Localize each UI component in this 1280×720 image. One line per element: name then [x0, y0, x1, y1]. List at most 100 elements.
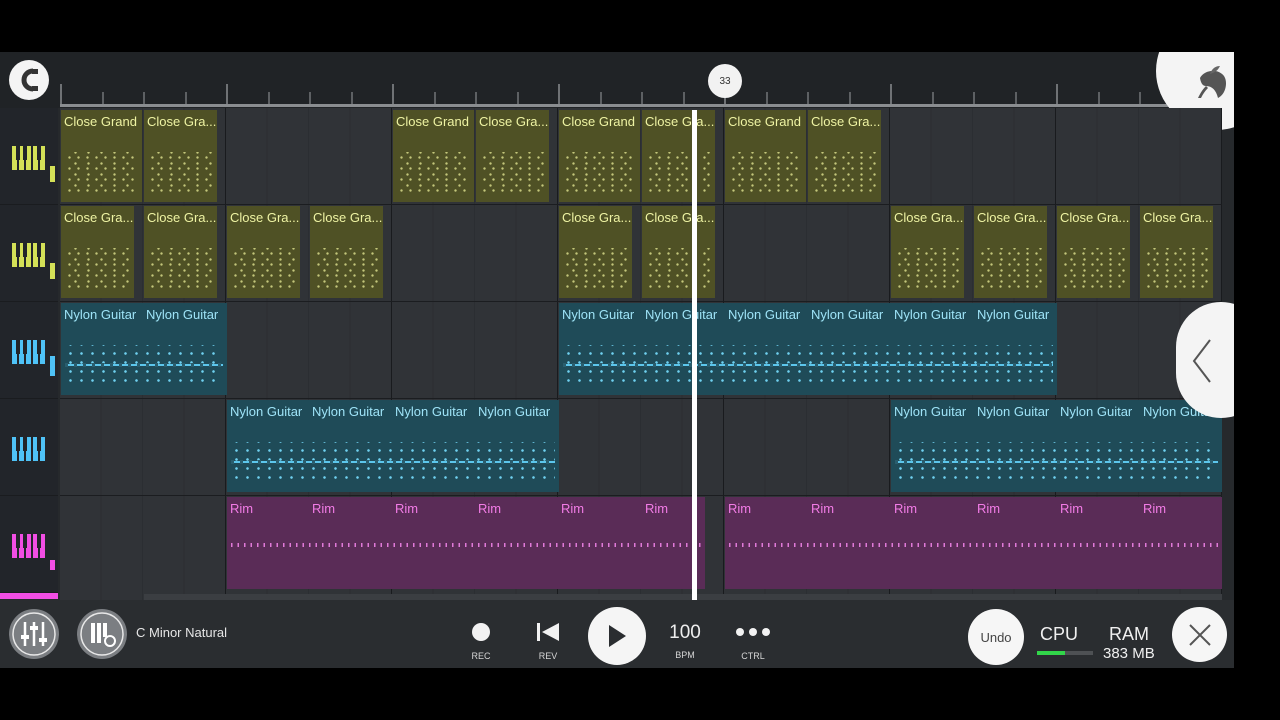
ruler-tick	[101, 92, 104, 104]
clip-label: Close Gra...	[977, 210, 1047, 225]
panel-toggle-button[interactable]	[1176, 302, 1234, 418]
ruler-tick	[60, 84, 62, 104]
ruler-tick	[682, 92, 685, 104]
pattern-clip[interactable]: Close Grand	[393, 110, 474, 202]
piano-settings-button[interactable]	[77, 609, 127, 659]
clip-label: Nylon Guitar	[64, 307, 137, 322]
song-position-marker[interactable]: 33	[708, 64, 742, 98]
clip-notes	[231, 442, 555, 482]
clip-label: Close Gra...	[147, 114, 217, 129]
clip-label: Close Grand	[562, 114, 635, 129]
ruler-tick	[309, 92, 311, 104]
record-label: REC	[471, 651, 491, 661]
clip-label: Nylon Guitar	[728, 307, 801, 322]
clip-label: Rim	[728, 501, 752, 516]
clip-label: Close Gra...	[1060, 210, 1130, 225]
clip-label: Nylon Guitar	[645, 307, 718, 322]
clip-label: Rim	[478, 501, 502, 516]
clip-label: Rim	[811, 501, 835, 516]
pattern-clip[interactable]: Close Grand	[725, 110, 806, 202]
clip-notes	[812, 152, 877, 192]
cpu-meter-fill	[1037, 651, 1065, 655]
pattern-clip[interactable]: Close Gra...	[61, 206, 134, 298]
clip-notes	[397, 152, 470, 192]
clip-notes	[646, 152, 711, 192]
mixer-sliders-icon	[12, 612, 56, 656]
pattern-clip[interactable]: Close Gra...	[1140, 206, 1213, 298]
scale-label[interactable]: C Minor Natural	[136, 625, 227, 640]
clip-notes	[729, 543, 1218, 547]
rewind-button[interactable]: REV	[523, 622, 573, 661]
ruler-tick	[184, 92, 187, 104]
ruler-tick	[890, 84, 892, 104]
track-selector-bar	[0, 593, 58, 599]
clip-label: Close Gra...	[645, 114, 715, 129]
record-button[interactable]: REC	[456, 622, 506, 661]
pattern-clip[interactable]: Close Gra...	[144, 206, 217, 298]
ram-label: RAM	[1109, 624, 1149, 644]
pattern-clip[interactable]: Close Gra...	[559, 206, 632, 298]
clip-label: Rim	[1143, 501, 1167, 516]
clip-label: Nylon Guitar	[478, 404, 551, 419]
close-icon	[1188, 623, 1211, 646]
pattern-clip[interactable]: Rim	[227, 497, 705, 589]
tempo-value[interactable]: 100	[660, 622, 710, 644]
pattern-clip[interactable]: Close Gra...	[642, 110, 715, 202]
clip-label: Close Grand	[396, 114, 469, 129]
playhead[interactable]	[692, 110, 697, 600]
clip-notes	[148, 248, 213, 288]
pattern-clip[interactable]: Close Gra...	[891, 206, 964, 298]
mixer-button[interactable]	[9, 609, 59, 659]
clip-label: Rim	[894, 501, 918, 516]
close-button[interactable]	[1172, 607, 1227, 662]
fruit-logo-icon	[1198, 66, 1226, 98]
undo-button[interactable]: Undo	[968, 609, 1024, 665]
piano-settings-icon	[80, 612, 124, 656]
pattern-clip[interactable]: Close Grand	[61, 110, 142, 202]
ruler-tick	[931, 92, 934, 104]
pattern-clip[interactable]: Close Gra...	[974, 206, 1047, 298]
pattern-clip[interactable]: Close Gra...	[227, 206, 300, 298]
pattern-clip[interactable]: Close Gra...	[476, 110, 549, 202]
clip-label: Nylon Guitar	[312, 404, 385, 419]
play-button[interactable]	[588, 607, 646, 665]
daw-window: 33 Close Grand Close Gra... Close Grand …	[0, 52, 1234, 668]
pattern-clip[interactable]: Close Gra...	[144, 110, 217, 202]
clip-label: Rim	[230, 501, 254, 516]
rewind-label: REV	[538, 651, 558, 661]
lane-divider	[60, 301, 1222, 302]
cpu-label: CPU	[1040, 624, 1079, 644]
clip-label: Rim	[977, 501, 1001, 516]
more-dots-icon	[736, 628, 770, 636]
pattern-clip[interactable]: Close Grand	[559, 110, 640, 202]
pattern-clip[interactable]: Close Gra...	[310, 206, 383, 298]
clip-label: Nylon Guitar	[146, 307, 219, 322]
record-icon	[472, 623, 490, 641]
snap-magnet-button[interactable]	[9, 60, 49, 100]
clip-notes	[895, 248, 960, 288]
ruler-tick	[765, 92, 768, 104]
controls-button[interactable]: CTRL	[728, 622, 778, 661]
pattern-clip[interactable]: Close Gra...	[642, 206, 715, 298]
clip-label: Close Gra...	[147, 210, 217, 225]
clip-notes	[1061, 248, 1126, 288]
pattern-clip[interactable]: Close Gra...	[808, 110, 881, 202]
clip-notes	[729, 152, 802, 192]
clip-label: Rim	[312, 501, 336, 516]
ruler-tick	[267, 92, 270, 104]
clip-notes	[978, 248, 1043, 288]
playlist-lanes[interactable]: Close Grand Close Gra... Close Grand Clo…	[60, 108, 1222, 600]
playlist-area[interactable]: Close Grand Close Gra... Close Grand Clo…	[0, 108, 1234, 600]
clip-notes	[480, 152, 545, 192]
pattern-clip[interactable]: Close Gra...	[1057, 206, 1130, 298]
ruler-tick	[1139, 92, 1141, 104]
ram-value: 383 MB	[1103, 645, 1155, 662]
clip-label: Rim	[1060, 501, 1084, 516]
ruler-tick	[392, 84, 394, 104]
ruler-tick	[433, 92, 436, 104]
lane-divider	[60, 495, 1222, 496]
timeline-ruler[interactable]: 33	[0, 52, 1234, 130]
ruler-tick	[641, 92, 643, 104]
clip-notes	[148, 152, 213, 192]
ruler-tick	[516, 92, 519, 104]
